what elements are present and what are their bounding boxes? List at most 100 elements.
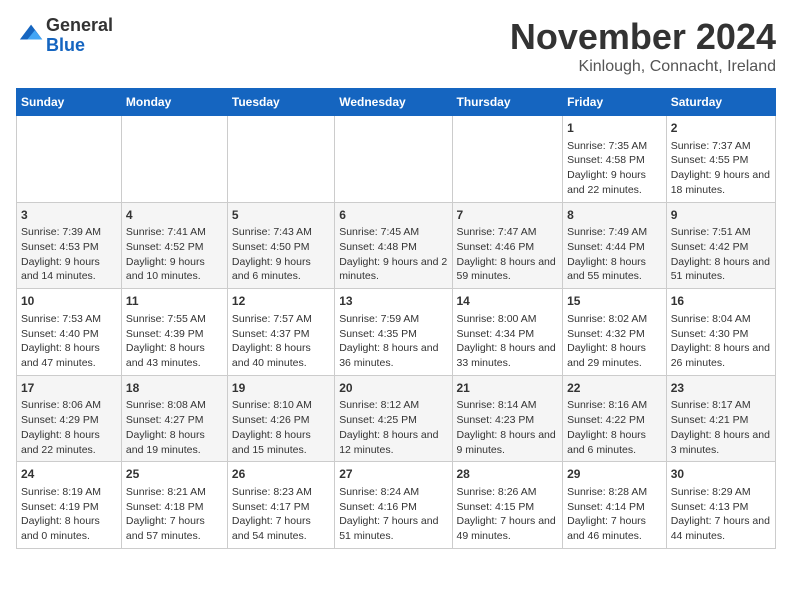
calendar-cell: 26Sunrise: 8:23 AM Sunset: 4:17 PM Dayli… [227,462,334,549]
day-info: Sunrise: 7:49 AM Sunset: 4:44 PM Dayligh… [567,225,662,284]
day-info: Sunrise: 8:02 AM Sunset: 4:32 PM Dayligh… [567,312,662,371]
day-number: 2 [671,120,771,137]
calendar-cell: 3Sunrise: 7:39 AM Sunset: 4:53 PM Daylig… [17,202,122,289]
day-number: 28 [457,466,559,483]
weekday-header-tuesday: Tuesday [227,89,334,116]
calendar-cell: 15 Sunrise: 8:02 AM Sunset: 4:32 PM Dayli… [563,289,667,376]
calendar-cell: 30 Sunrise: 8:29 AM Sunset: 4:13 PM Dayli… [666,462,775,549]
calendar-subtitle: Kinlough, Connacht, Ireland [510,58,776,76]
logo: General Blue [16,16,113,56]
day-number: 7 [457,207,559,224]
weekday-header-thursday: Thursday [452,89,563,116]
day-info: Sunrise: 8:24 AM Sunset: 4:16 PM Dayligh… [339,485,447,544]
day-info: Sunrise: 7:35 AM Sunset: 4:58 PM Dayligh… [567,139,662,198]
week-row-1: 1 Sunrise: 7:35 AM Sunset: 4:58 PM Daylig… [17,116,776,203]
calendar-cell [452,116,563,203]
weekday-header-sunday: Sunday [17,89,122,116]
calendar-cell [335,116,452,203]
calendar-cell: 25 Sunrise: 8:21 AM Sunset: 4:18 PM Dayli… [121,462,227,549]
day-number: 22 [567,380,662,397]
day-number: 18 [126,380,223,397]
day-info: Sunrise: 7:47 AM Sunset: 4:46 PM Dayligh… [457,225,559,284]
logo-general-text: General [46,15,113,35]
day-number: 6 [339,207,447,224]
calendar-cell: 14 Sunrise: 8:00 AM Sunset: 4:34 PM Dayli… [452,289,563,376]
day-number: 26 [232,466,330,483]
day-info: Sunrise: 8:28 AM Sunset: 4:14 PM Dayligh… [567,485,662,544]
calendar-cell: 12Sunrise: 7:57 AM Sunset: 4:37 PM Dayli… [227,289,334,376]
day-info: Sunrise: 8:19 AM Sunset: 4:19 PM Dayligh… [21,485,117,544]
calendar-cell: 11Sunrise: 7:55 AM Sunset: 4:39 PM Dayli… [121,289,227,376]
title-area: November 2024 Kinlough, Connacht, Irelan… [510,16,776,76]
calendar-cell: 1 Sunrise: 7:35 AM Sunset: 4:58 PM Daylig… [563,116,667,203]
calendar-cell: 28 Sunrise: 8:26 AM Sunset: 4:15 PM Dayli… [452,462,563,549]
day-info: Sunrise: 8:04 AM Sunset: 4:30 PM Dayligh… [671,312,771,371]
calendar-cell: 18Sunrise: 8:08 AM Sunset: 4:27 PM Dayli… [121,375,227,462]
day-info: Sunrise: 8:17 AM Sunset: 4:21 PM Dayligh… [671,398,771,457]
day-info: Sunrise: 8:12 AM Sunset: 4:25 PM Dayligh… [339,398,447,457]
day-info: Sunrise: 8:21 AM Sunset: 4:18 PM Dayligh… [126,485,223,544]
day-info: Sunrise: 7:45 AM Sunset: 4:48 PM Dayligh… [339,225,447,284]
calendar-cell: 17Sunrise: 8:06 AM Sunset: 4:29 PM Dayli… [17,375,122,462]
day-info: Sunrise: 7:57 AM Sunset: 4:37 PM Dayligh… [232,312,330,371]
day-info: Sunrise: 8:10 AM Sunset: 4:26 PM Dayligh… [232,398,330,457]
calendar-cell [121,116,227,203]
day-info: Sunrise: 8:06 AM Sunset: 4:29 PM Dayligh… [21,398,117,457]
calendar-cell: 2Sunrise: 7:37 AM Sunset: 4:55 PM Daylig… [666,116,775,203]
day-number: 15 [567,293,662,310]
day-number: 4 [126,207,223,224]
day-number: 19 [232,380,330,397]
calendar-cell: 13 Sunrise: 7:59 AM Sunset: 4:35 PM Dayli… [335,289,452,376]
day-number: 23 [671,380,771,397]
day-number: 9 [671,207,771,224]
calendar-cell: 24 Sunrise: 8:19 AM Sunset: 4:19 PM Dayli… [17,462,122,549]
calendar-cell: 16 Sunrise: 8:04 AM Sunset: 4:30 PM Dayli… [666,289,775,376]
day-info: Sunrise: 8:26 AM Sunset: 4:15 PM Dayligh… [457,485,559,544]
calendar-cell: 5Sunrise: 7:43 AM Sunset: 4:50 PM Daylig… [227,202,334,289]
calendar-table: SundayMondayTuesdayWednesdayThursdayFrid… [16,88,776,549]
day-number: 30 [671,466,771,483]
weekday-header-saturday: Saturday [666,89,775,116]
weekday-header-wednesday: Wednesday [335,89,452,116]
day-info: Sunrise: 7:51 AM Sunset: 4:42 PM Dayligh… [671,225,771,284]
day-number: 24 [21,466,117,483]
weekday-header-row: SundayMondayTuesdayWednesdayThursdayFrid… [17,89,776,116]
day-number: 29 [567,466,662,483]
calendar-cell: 23Sunrise: 8:17 AM Sunset: 4:21 PM Dayli… [666,375,775,462]
calendar-cell: 9Sunrise: 7:51 AM Sunset: 4:42 PM Daylig… [666,202,775,289]
header: General Blue November 2024 Kinlough, Con… [16,16,776,76]
weekday-header-friday: Friday [563,89,667,116]
day-info: Sunrise: 7:55 AM Sunset: 4:39 PM Dayligh… [126,312,223,371]
logo-icon [18,19,46,47]
day-number: 16 [671,293,771,310]
day-number: 1 [567,120,662,137]
calendar-cell: 10Sunrise: 7:53 AM Sunset: 4:40 PM Dayli… [17,289,122,376]
calendar-cell: 8Sunrise: 7:49 AM Sunset: 4:44 PM Daylig… [563,202,667,289]
day-info: Sunrise: 8:00 AM Sunset: 4:34 PM Dayligh… [457,312,559,371]
day-number: 27 [339,466,447,483]
day-number: 21 [457,380,559,397]
day-info: Sunrise: 7:59 AM Sunset: 4:35 PM Dayligh… [339,312,447,371]
calendar-title: November 2024 [510,16,776,58]
week-row-5: 24 Sunrise: 8:19 AM Sunset: 4:19 PM Dayli… [17,462,776,549]
calendar-cell: 22Sunrise: 8:16 AM Sunset: 4:22 PM Dayli… [563,375,667,462]
day-number: 10 [21,293,117,310]
day-number: 13 [339,293,447,310]
day-number: 25 [126,466,223,483]
day-info: Sunrise: 8:29 AM Sunset: 4:13 PM Dayligh… [671,485,771,544]
weekday-header-monday: Monday [121,89,227,116]
day-number: 14 [457,293,559,310]
calendar-cell: 21Sunrise: 8:14 AM Sunset: 4:23 PM Dayli… [452,375,563,462]
day-info: Sunrise: 7:43 AM Sunset: 4:50 PM Dayligh… [232,225,330,284]
day-number: 5 [232,207,330,224]
calendar-cell: 27 Sunrise: 8:24 AM Sunset: 4:16 PM Dayli… [335,462,452,549]
week-row-4: 17Sunrise: 8:06 AM Sunset: 4:29 PM Dayli… [17,375,776,462]
calendar-cell: 4Sunrise: 7:41 AM Sunset: 4:52 PM Daylig… [121,202,227,289]
day-number: 3 [21,207,117,224]
day-info: Sunrise: 7:39 AM Sunset: 4:53 PM Dayligh… [21,225,117,284]
day-number: 17 [21,380,117,397]
day-info: Sunrise: 8:16 AM Sunset: 4:22 PM Dayligh… [567,398,662,457]
week-row-3: 10Sunrise: 7:53 AM Sunset: 4:40 PM Dayli… [17,289,776,376]
calendar-cell: 19Sunrise: 8:10 AM Sunset: 4:26 PM Dayli… [227,375,334,462]
calendar-cell: 29 Sunrise: 8:28 AM Sunset: 4:14 PM Dayli… [563,462,667,549]
